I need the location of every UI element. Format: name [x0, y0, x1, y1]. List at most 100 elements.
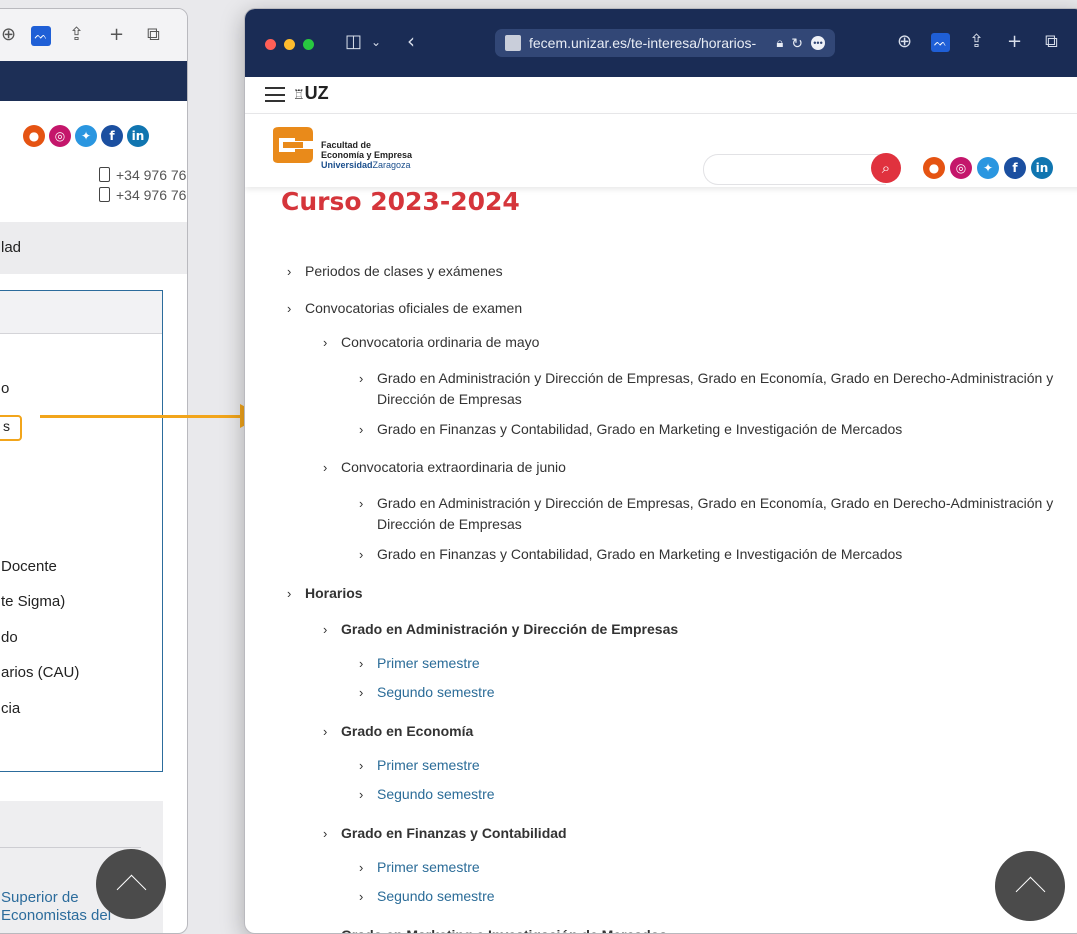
back-scroll-top-button[interactable]	[96, 849, 166, 919]
chevron-up-icon	[1015, 876, 1045, 906]
back-menu-item[interactable]: o	[1, 380, 9, 397]
list-item-label: Periodos de clases y exámenes	[305, 263, 503, 279]
new-tab-icon[interactable]: +	[1007, 31, 1022, 52]
list-item-label: Grado en Finanzas y Contabilidad, Grado …	[377, 546, 903, 562]
faculty-name-line1: Facultad de	[321, 140, 372, 150]
chevron-right-icon: ›	[287, 264, 292, 279]
chevron-right-icon: ›	[359, 422, 364, 437]
faculty-logo-icon[interactable]	[271, 125, 315, 165]
lock-icon: 🔒︎	[776, 35, 784, 50]
linkedin-icon[interactable]: in	[127, 125, 149, 147]
url-text: fecem.unizar.es/te-interesa/horarios-	[529, 35, 757, 51]
back-menu-item[interactable]: do	[1, 629, 18, 646]
list-item-label: Horarios	[305, 585, 363, 601]
list-item-label: Convocatoria ordinaria de mayo	[341, 334, 540, 350]
city-word: Zaragoza	[372, 160, 411, 170]
chevron-right-icon: ›	[323, 622, 328, 637]
list-item-ord-grado-2[interactable]: › Grado en Finanzas y Contabilidad, Grado…	[359, 419, 902, 440]
instagram-icon[interactable]: ◎	[950, 157, 972, 179]
site-header: Facultad de Economía y Empresa Universid…	[245, 113, 1077, 187]
chevron-right-icon: ›	[359, 547, 364, 562]
search-input[interactable]	[703, 154, 886, 185]
chevron-right-icon: ›	[287, 586, 292, 601]
back-nav-bar[interactable]: lad	[0, 222, 187, 274]
list-item-eco[interactable]: › Grado en Economía	[323, 721, 473, 742]
list-item-periodos[interactable]: › Periodos de clases y exámenes	[287, 261, 503, 282]
blog-icon[interactable]: ●	[23, 125, 45, 147]
twitter-icon[interactable]: ✦	[75, 125, 97, 147]
list-item-horarios[interactable]: › Horarios	[287, 583, 363, 604]
link-label: Segundo semestre	[377, 888, 495, 904]
list-item-convocatorias[interactable]: › Convocatorias oficiales de examen	[287, 298, 522, 319]
linkedin-icon[interactable]: in	[1031, 157, 1053, 179]
sidebar-icon[interactable]: ◫	[345, 31, 362, 52]
minimize-window-button[interactable]	[284, 39, 295, 50]
list-item-label: Grado en Marketing e Investigación de Me…	[323, 925, 667, 933]
chevron-right-icon: ›	[323, 925, 327, 933]
list-item-ord-grado-1[interactable]: › Grado en Administración y Dirección de …	[359, 368, 1059, 410]
back-arrow-icon[interactable]: ‹	[407, 29, 415, 53]
link-ade-primer[interactable]: › Primer semestre	[359, 653, 480, 674]
back-menu-item[interactable]: s	[3, 418, 10, 434]
back-menu-item[interactable]: arios (CAU)	[1, 664, 79, 681]
more-icon[interactable]: •••	[811, 36, 825, 50]
list-item-label: Grado en Administración y Dirección de E…	[377, 495, 1054, 532]
uz-logo-text: UZ	[304, 83, 329, 103]
instagram-icon[interactable]: ◎	[49, 125, 71, 147]
extension-icon[interactable]: ᨓ	[31, 23, 51, 46]
back-menu-item[interactable]: cia	[1, 700, 20, 717]
new-tab-icon[interactable]: +	[109, 24, 124, 45]
extension-icon[interactable]: ᨓ	[931, 30, 950, 52]
tabs-overview-icon[interactable]: ⧉	[1045, 31, 1058, 52]
back-footer-link[interactable]: Economistas del	[1, 907, 111, 924]
faculty-name[interactable]: Facultad de Economía y Empresa Universid…	[321, 140, 412, 170]
link-label: Primer semestre	[377, 757, 480, 773]
list-item-ade[interactable]: › Grado en Administración y Dirección de …	[323, 619, 678, 640]
list-item-label: Grado en Finanzas y Contabilidad, Grado …	[377, 421, 903, 437]
back-menu-item[interactable]: te Sigma)	[1, 593, 65, 610]
tabs-overview-icon[interactable]: ⧉	[147, 24, 160, 45]
list-item-ext-grado-1[interactable]: › Grado en Administración y Dirección de …	[359, 493, 1059, 535]
share-icon[interactable]: ⇪	[969, 31, 984, 52]
chevron-right-icon: ›	[359, 889, 364, 904]
browser-toolbar: ◫ ⌄ ‹ fecem.unizar.es/te-interesa/horari…	[245, 9, 1077, 77]
list-item-ext-grado-2[interactable]: › Grado en Finanzas y Contabilidad, Grado…	[359, 544, 902, 565]
link-fico-primer[interactable]: › Primer semestre	[359, 857, 480, 878]
blog-icon[interactable]: ●	[923, 157, 945, 179]
list-item-mim[interactable]: ›Grado en Marketing e Investigación de M…	[323, 925, 667, 933]
list-item-label: Convocatorias oficiales de examen	[305, 300, 523, 316]
download-icon[interactable]: ⊕	[1, 24, 16, 45]
twitter-icon[interactable]: ✦	[977, 157, 999, 179]
search-icon: ⌕	[881, 159, 891, 177]
search-button[interactable]: ⌕	[871, 153, 901, 183]
back-footer-link[interactable]: Superior de	[1, 889, 79, 906]
link-eco-primer[interactable]: › Primer semestre	[359, 755, 480, 776]
address-bar[interactable]: fecem.unizar.es/te-interesa/horarios- 🔒︎…	[495, 29, 835, 57]
chevron-right-icon: ›	[359, 860, 364, 875]
list-item-extraordinaria[interactable]: › Convocatoria extraordinaria de junio	[323, 457, 566, 478]
facebook-icon[interactable]: f	[101, 125, 123, 147]
uz-logo[interactable]: ♖UZ	[293, 83, 329, 104]
link-label: Primer semestre	[377, 655, 480, 671]
list-item-label: Grado en Finanzas y Contabilidad	[341, 825, 567, 841]
share-icon[interactable]: ⇪	[69, 24, 84, 45]
back-highlight-box: s	[0, 415, 22, 441]
facebook-icon[interactable]: f	[1004, 157, 1026, 179]
chevron-down-icon[interactable]: ⌄	[371, 35, 381, 49]
back-menu-item[interactable]: Docente	[1, 558, 57, 575]
close-window-button[interactable]	[265, 39, 276, 50]
zoom-window-button[interactable]	[303, 39, 314, 50]
list-item-ordinaria[interactable]: › Convocatoria ordinaria de mayo	[323, 332, 539, 353]
link-ade-segundo[interactable]: › Segundo semestre	[359, 682, 495, 703]
list-item-label: Convocatoria extraordinaria de junio	[341, 459, 566, 475]
phone-number: +34 976 762 131	[116, 167, 187, 183]
hamburger-menu-icon[interactable]	[265, 87, 285, 102]
scroll-top-button[interactable]	[995, 851, 1065, 921]
link-eco-segundo[interactable]: › Segundo semestre	[359, 784, 495, 805]
download-icon[interactable]: ⊕	[897, 31, 912, 52]
link-fico-segundo[interactable]: › Segundo semestre	[359, 886, 495, 907]
reload-icon[interactable]: ↻	[791, 35, 803, 52]
phone-line-2: +34 976 762 747	[99, 187, 187, 203]
uz-tower-icon: ♖	[293, 87, 305, 102]
list-item-fico[interactable]: › Grado en Finanzas y Contabilidad	[323, 823, 567, 844]
